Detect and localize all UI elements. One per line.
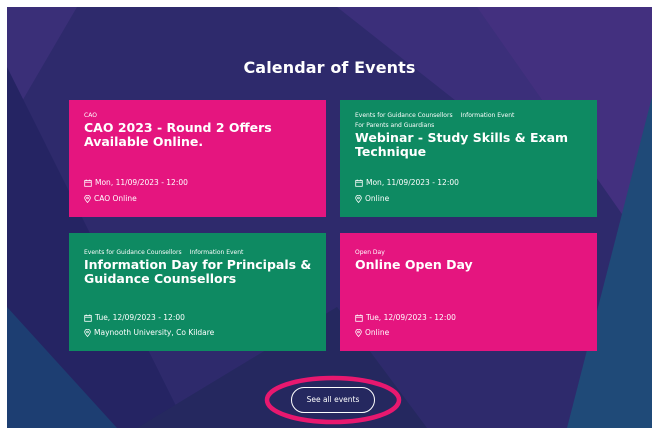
event-tags: Events for Guidance Counsellors Informati… [84,245,314,257]
event-tag[interactable]: Events for Guidance Counsellors [355,112,453,119]
event-tags: Open Day [355,245,585,257]
section-title: Calendar of Events [243,58,416,77]
event-tag[interactable]: Information Event [461,112,515,119]
event-date: Mon, 11/09/2023 - 12:00 [84,178,188,187]
calendar-icon [355,179,363,187]
event-card[interactable]: Open Day Online Open Day Tue, 12/09/2023… [340,233,597,351]
event-location-text: Maynooth University, Co Kildare [94,328,215,337]
event-tags: For Parents and Guardians [355,122,585,130]
event-tag[interactable]: Open Day [355,249,385,256]
event-tag[interactable]: CAO [84,112,97,119]
event-location-text: Online [365,328,390,337]
calendar-icon [355,314,363,322]
event-tag[interactable]: For Parents and Guardians [355,122,434,129]
event-location: Online [355,194,389,203]
calendar-icon [84,179,92,187]
map-pin-icon [355,194,362,203]
event-date-text: Mon, 11/09/2023 - 12:00 [95,178,188,187]
event-date: Mon, 11/09/2023 - 12:00 [355,178,459,187]
event-card[interactable]: Events for Guidance Counsellors Informati… [69,233,326,351]
event-tags: CAO [84,112,314,120]
event-location: Online [355,328,389,337]
map-pin-icon [355,328,362,337]
event-date: Tue, 12/09/2023 - 12:00 [355,313,456,322]
event-title[interactable]: Online Open Day [355,258,585,272]
map-pin-icon [84,194,91,203]
event-tags: Events for Guidance Counsellors Informati… [355,112,585,120]
event-location: Maynooth University, Co Kildare [84,328,214,337]
calendar-icon [84,314,92,322]
event-card[interactable]: Events for Guidance Counsellors Informati… [340,100,597,217]
event-location-text: Online [365,194,390,203]
event-location: CAO Online [84,194,137,203]
event-title[interactable]: Information Day for Principals & Guidanc… [84,258,314,286]
map-pin-icon [84,328,91,337]
event-title[interactable]: Webinar - Study Skills & Exam Technique [355,131,585,159]
event-date-text: Mon, 11/09/2023 - 12:00 [366,178,459,187]
event-date-text: Tue, 12/09/2023 - 12:00 [366,313,456,322]
event-card[interactable]: CAO CAO 2023 - Round 2 Offers Available … [69,100,326,217]
event-location-text: CAO Online [94,194,137,203]
event-title[interactable]: CAO 2023 - Round 2 Offers Available Onli… [84,121,314,149]
event-date-text: Tue, 12/09/2023 - 12:00 [95,313,185,322]
event-date: Tue, 12/09/2023 - 12:00 [84,313,185,322]
see-all-events-button[interactable]: See all events [291,387,375,413]
event-tag[interactable]: Information Event [190,249,244,256]
see-all-events-area: See all events [263,374,403,426]
events-section: Calendar of Events CAO CAO 2023 - Round … [7,7,652,428]
event-tag[interactable]: Events for Guidance Counsellors [84,249,182,256]
